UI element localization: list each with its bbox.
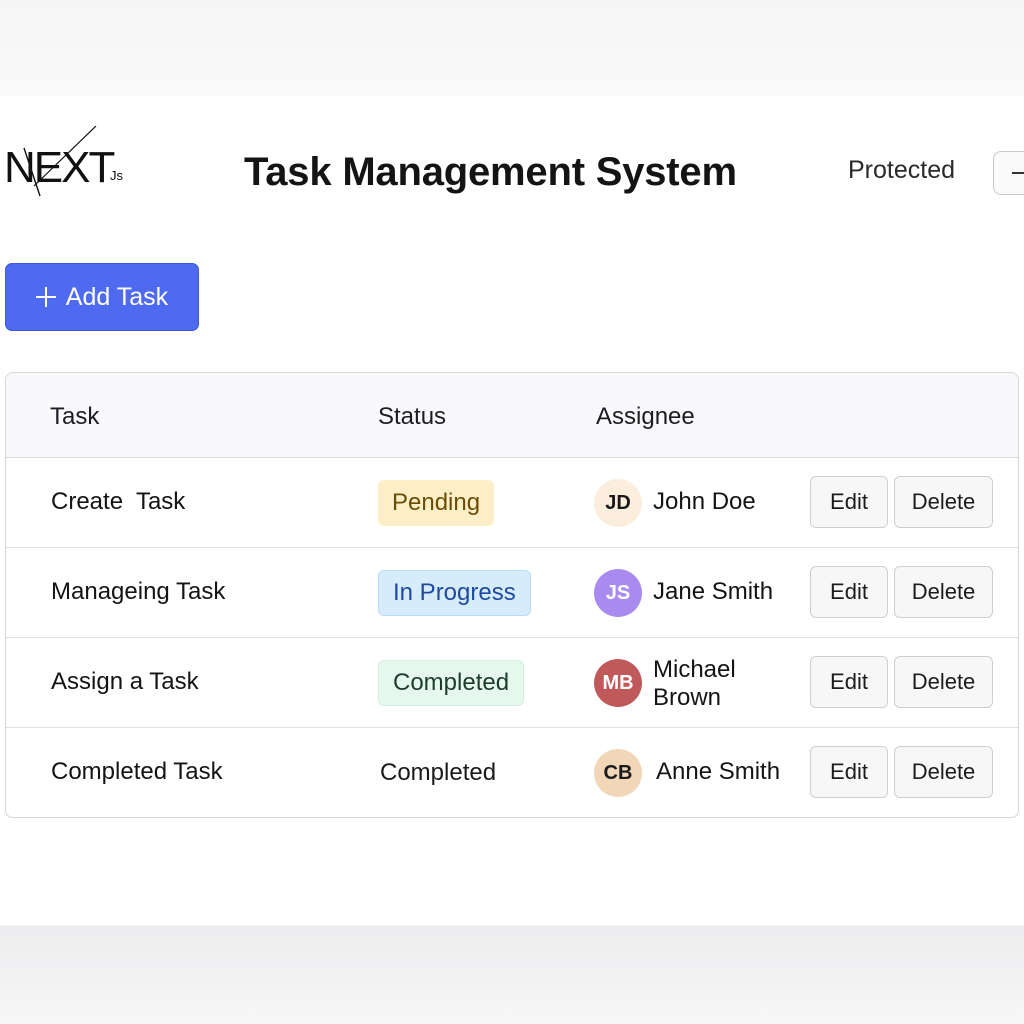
task-name: Completed Task — [51, 758, 223, 785]
avatar: MB — [594, 659, 642, 707]
add-task-label: Add Task — [65, 282, 169, 311]
assignee-name: John Doe — [653, 488, 756, 515]
edit-button[interactable]: Edit — [810, 566, 888, 618]
column-header-task: Task — [50, 403, 100, 430]
logo-subtext: Js — [110, 168, 124, 183]
task-name: Assign a Task — [51, 668, 199, 695]
status-text: Completed — [380, 759, 497, 786]
column-header-assignee: Assignee — [596, 403, 695, 430]
page-background: NEXT Js Task Management System Protected… — [0, 0, 1024, 1024]
assignee-name: Anne Smith — [656, 758, 781, 785]
status-badge: Completed — [378, 660, 525, 706]
logout-button[interactable] — [993, 151, 1024, 195]
logo-text: NEXT — [4, 143, 114, 192]
assignee-name: Jane Smith — [653, 578, 774, 605]
table-row: Create Task Pending JD John Doe Edit Del… — [6, 458, 1018, 548]
delete-button[interactable]: Delete — [894, 746, 993, 798]
delete-button[interactable]: Delete — [894, 656, 993, 708]
task-name: Manageing Task — [51, 578, 226, 605]
protected-label: Protected — [848, 156, 956, 184]
status-badge: In Progress — [378, 570, 531, 616]
status-badge: Pending — [378, 480, 495, 526]
table-row: Assign a Task Completed MB Michael Brown… — [6, 638, 1018, 728]
nextjs-logo: NEXT Js — [4, 124, 128, 204]
add-task-button[interactable]: Add Task — [5, 263, 199, 331]
task-table: Task Status Assignee Create Task Pending… — [5, 372, 1019, 818]
avatar: JD — [594, 479, 642, 527]
table-row: Manageing Task In Progress JS Jane Smith… — [6, 548, 1018, 638]
page-title: Task Management System — [244, 150, 737, 194]
edit-button[interactable]: Edit — [810, 476, 888, 528]
assignee-name: Michael Brown — [653, 656, 736, 711]
edit-button[interactable]: Edit — [810, 656, 888, 708]
table-header: Task Status Assignee — [6, 373, 1018, 458]
edit-button[interactable]: Edit — [810, 746, 888, 798]
task-name: Create Task — [51, 488, 186, 515]
delete-button[interactable]: Delete — [894, 476, 993, 528]
avatar: CB — [594, 749, 642, 797]
minus-icon — [1012, 172, 1024, 174]
delete-button[interactable]: Delete — [894, 566, 993, 618]
plus-icon — [35, 287, 56, 307]
table-row: Completed Task Completed CB Anne Smith E… — [6, 728, 1018, 817]
column-header-status: Status — [378, 403, 447, 430]
avatar: JS — [594, 569, 642, 617]
